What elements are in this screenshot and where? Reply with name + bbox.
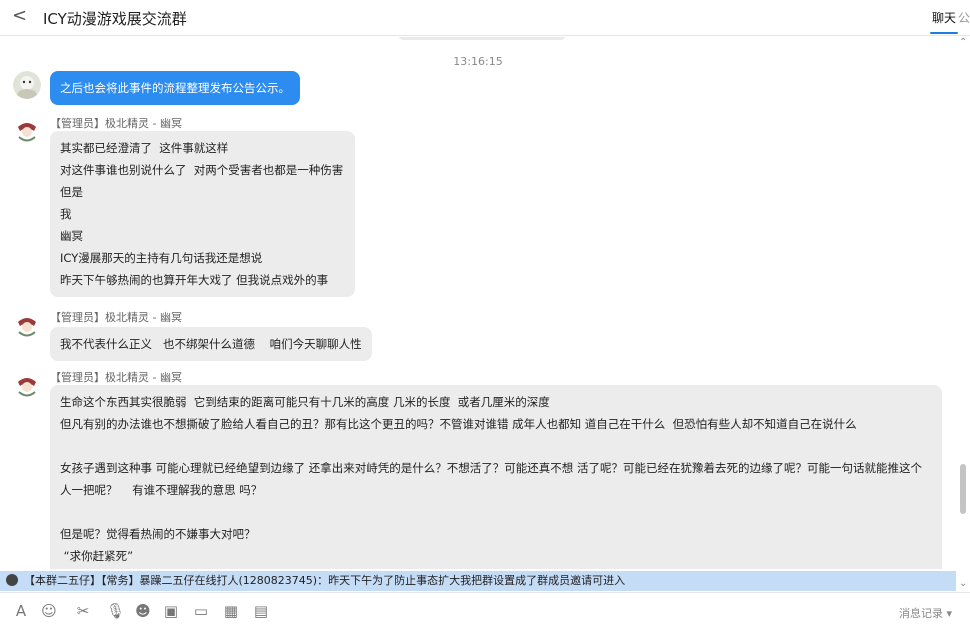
group-notice-bar[interactable]: 【本群二五仔】【常务】暴躁二五仔在线打人(1280823745)：昨天下午为了防… bbox=[0, 571, 956, 591]
avatar-image bbox=[13, 312, 41, 340]
sender-name: 【管理员】极北精灵 - 幽冥 bbox=[50, 117, 182, 130]
avatar[interactable] bbox=[13, 312, 41, 340]
previous-message-bubble bbox=[398, 37, 566, 40]
avatar[interactable] bbox=[13, 71, 41, 99]
sticker-icon[interactable]: ☻ bbox=[134, 602, 152, 620]
message-bubble[interactable]: 其实都已经澄清了 这件事就这样 对这件事谁也别说什么了 对两个受害者也都是一种伤… bbox=[50, 131, 355, 297]
avatar-image bbox=[13, 117, 41, 145]
member-avatar-icon bbox=[6, 574, 18, 586]
input-toolbar: A ☺ ✂ 🎙 ☻ ▣ ▭ ▦ ▤ 消息记录 ▾ bbox=[0, 592, 970, 631]
screenshot-scissors-icon[interactable]: ✂ bbox=[70, 602, 96, 620]
avatar[interactable] bbox=[13, 117, 41, 145]
sender-name: 【管理员】极北精灵 - 幽冥 bbox=[50, 311, 182, 324]
screen-share-icon[interactable]: ▦ bbox=[222, 602, 240, 620]
tab-announcement[interactable]: 公 bbox=[958, 9, 970, 26]
sender-name: 【管理员】极北精灵 - 幽冥 bbox=[50, 371, 182, 384]
scroll-down-icon[interactable]: ⌄ bbox=[959, 578, 967, 589]
tab-chat[interactable]: 聊天 bbox=[929, 9, 959, 34]
group-title: ICY动漫游戏展交流群 bbox=[43, 10, 187, 28]
back-button[interactable]: < bbox=[12, 5, 27, 26]
notice-text: 【本群二五仔】【常务】暴躁二五仔在线打人(1280823745)：昨天下午为了防… bbox=[24, 574, 626, 587]
scroll-up-icon[interactable]: ⌃ bbox=[959, 37, 967, 48]
image-icon[interactable]: ▣ bbox=[162, 602, 180, 620]
message-bubble[interactable]: 生命这个东西其实很脆弱 它到结束的距离可能只有十几米的高度 几米的长度 或者几厘… bbox=[50, 385, 942, 569]
voice-mic-icon[interactable]: 🎙 bbox=[106, 602, 125, 620]
message-timestamp: 13:16:15 bbox=[453, 55, 503, 68]
chat-message-list[interactable]: 13:16:15 之后也会将此事件的流程整理发布公告公示。 【管理员】极北精灵 … bbox=[0, 37, 956, 569]
chat-header: < ICY动漫游戏展交流群 聊天 公 bbox=[0, 0, 970, 36]
calendar-icon[interactable]: ▤ bbox=[252, 602, 270, 620]
message-bubble[interactable]: 我不代表什么正义 也不绑架什么道德 咱们今天聊聊人性 bbox=[50, 327, 372, 361]
message-bubble[interactable]: 之后也会将此事件的流程整理发布公告公示。 bbox=[50, 71, 300, 105]
emoji-icon[interactable]: ☺ bbox=[40, 602, 58, 620]
avatar[interactable] bbox=[13, 372, 41, 400]
message-history-button[interactable]: 消息记录 ▾ bbox=[899, 605, 952, 621]
chat-scrollbar[interactable]: ⌃ ⌄ bbox=[956, 37, 970, 591]
avatar-image bbox=[13, 71, 41, 99]
folder-icon[interactable]: ▭ bbox=[192, 602, 210, 620]
font-icon[interactable]: A bbox=[12, 602, 30, 620]
avatar-image bbox=[13, 372, 41, 400]
scrollbar-thumb[interactable] bbox=[960, 464, 966, 514]
